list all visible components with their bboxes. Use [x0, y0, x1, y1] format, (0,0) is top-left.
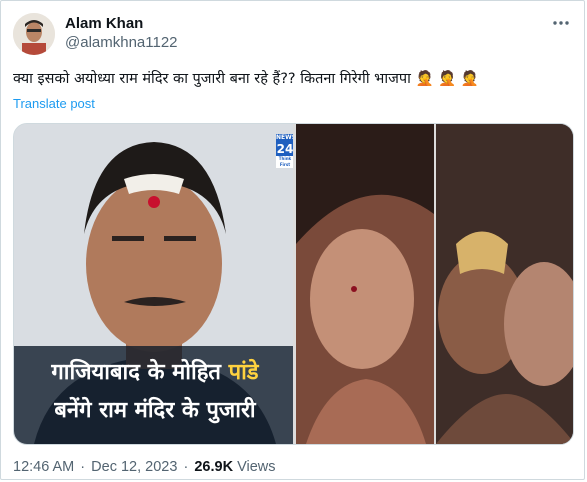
media-image-middle[interactable] [296, 124, 434, 444]
caption-line-1-text: गाजियाबाद के मोहित [51, 360, 221, 385]
news-logo-tagline: Think First [276, 156, 293, 168]
caption-line-2: बनेंगे राम मंदिर के पुजारी [54, 398, 256, 423]
meta-separator: · [80, 459, 86, 475]
news-caption-band: गाजियाबाद के मोहित पांडे बनेंगे राम मंदि… [14, 346, 293, 444]
caption-line-1: गाजियाबाद के मोहित पांडे [24, 358, 286, 388]
avatar-image [13, 13, 55, 55]
avatar[interactable] [13, 13, 55, 55]
media-image-right[interactable] [436, 124, 573, 444]
tweet-text: क्या इसको अयोध्या राम मंदिर का पुजारी बन… [13, 71, 479, 87]
translate-post-link[interactable]: Translate post [13, 96, 95, 112]
tweet-media[interactable]: NEWS 24 Think First गाजियाबाद के मोहित प… [13, 123, 574, 445]
media-image-portrait[interactable]: NEWS 24 Think First गाजियाबाद के मोहित प… [14, 124, 293, 444]
news-channel-logo: NEWS 24 Think First [276, 134, 293, 168]
tweet-time[interactable]: 12:46 AM [13, 459, 74, 475]
tweet-header: Alam Khan @alamkhna1122 [13, 13, 573, 57]
caption-highlight: पांडे [228, 360, 259, 385]
tweet-date[interactable]: Dec 12, 2023 [91, 459, 177, 475]
meta-separator-2: · [183, 459, 189, 475]
tweet-card[interactable]: Alam Khan @alamkhna1122 क्या इसको अयोध्य… [0, 0, 585, 480]
right-photo-placeholder [436, 124, 573, 444]
author-display-name[interactable]: Alam Khan [65, 14, 178, 33]
middle-photo-placeholder [296, 124, 434, 444]
more-options-icon[interactable] [551, 13, 571, 33]
author-block[interactable]: Alam Khan @alamkhna1122 [65, 14, 178, 53]
tweet-meta: 12:46 AM · Dec 12, 2023 · 26.9K Views [13, 458, 276, 476]
news-logo-number: 24 [276, 142, 293, 156]
views-label[interactable]: Views [237, 459, 275, 475]
views-count[interactable]: 26.9K [194, 459, 233, 475]
author-handle[interactable]: @alamkhna1122 [65, 33, 178, 53]
news-logo-text: NEWS [276, 134, 293, 141]
